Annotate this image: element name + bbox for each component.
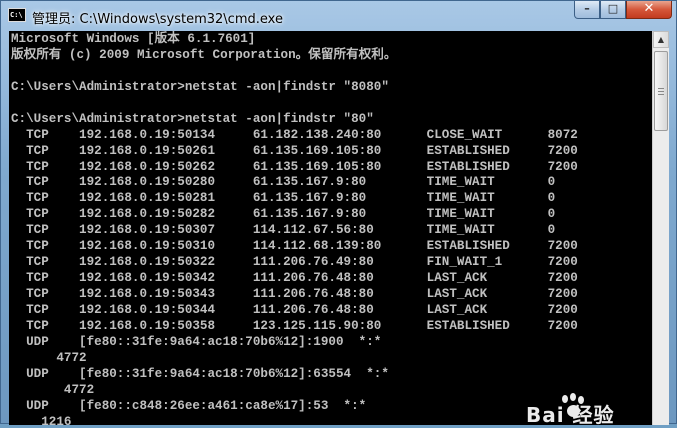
grip-line [658,91,664,92]
console-line: TCP 192.168.0.19:50134 61.182.138.240:80… [11,127,578,142]
close-button[interactable]: ✕ [626,1,672,19]
console-line: TCP 192.168.0.19:50310 114.112.68.139:80… [11,239,578,254]
console-line: TCP 192.168.0.19:50280 61.135.167.9:80 T… [11,175,556,190]
console-line: Microsoft Windows [版本 6.1.7601] [11,32,256,46]
console-line: UDP [fe80::c848:26ee:a461:ca8e%17]:53 *:… [11,398,367,413]
console-line: TCP 192.168.0.19:50342 111.206.76.48:80 … [11,271,578,286]
grip-line [658,94,664,95]
grip-line [658,88,664,89]
console-line: TCP 192.168.0.19:50282 61.135.167.9:80 T… [11,207,556,222]
console-line: TCP 192.168.0.19:50261 61.135.169.105:80… [11,143,578,158]
console-line: TCP 192.168.0.19:50358 123.125.115.90:80… [11,318,578,333]
watermark: Bai 经验 [518,393,668,427]
console-output-area[interactable]: Microsoft Windows [版本 6.1.7601] 版权所有 (c) … [9,31,652,425]
maximize-button[interactable]: □ [600,1,626,19]
window-controls: – □ ✕ [574,1,672,20]
console-text: Microsoft Windows [版本 6.1.7601] 版权所有 (c) … [11,32,578,425]
console-line: TCP 192.168.0.19:50322 111.206.76.49:80 … [11,255,578,270]
console-line: C:\Users\Administrator>netstat -aon|find… [11,111,374,126]
console-line: TCP 192.168.0.19:50307 114.112.67.56:80 … [11,223,556,238]
console-line: TCP 192.168.0.19:50262 61.135.169.105:80… [11,159,578,174]
console-line: C:\Users\Administrator>netstat -aon|find… [11,79,389,94]
scroll-thumb[interactable] [654,51,668,131]
minimize-button[interactable]: – [574,1,600,19]
window-title: 管理员: C:\Windows\system32\cmd.exe [32,12,283,27]
console-line: 1216 [11,414,72,426]
console-line: UDP [fe80::31fe:9a64:ac18:70b6%12]:1900 … [11,334,382,349]
cmd-window: C:\ 管理员: C:\Windows\system32\cmd.exe – □… [0,0,677,427]
console-line: 4772 [11,382,95,397]
console-line: TCP 192.168.0.19:50344 111.206.76.48:80 … [11,302,578,317]
console-line: TCP 192.168.0.19:50343 111.206.76.48:80 … [11,287,578,301]
vertical-scrollbar[interactable]: ▲ [652,31,669,425]
console-line: 版权所有 (c) 2009 Microsoft Corporation。保留所有… [11,47,397,62]
console-line: UDP [fe80::31fe:9a64:ac18:70b6%12]:63554… [11,366,389,381]
title-bar[interactable]: C:\ 管理员: C:\Windows\system32\cmd.exe – □… [1,1,676,31]
scroll-up-arrow-icon[interactable]: ▲ [653,31,669,48]
console-line: TCP 192.168.0.19:50281 61.135.167.9:80 T… [11,191,556,206]
console-line: 4772 [11,350,87,365]
cmd-app-icon[interactable]: C:\ [8,8,26,22]
